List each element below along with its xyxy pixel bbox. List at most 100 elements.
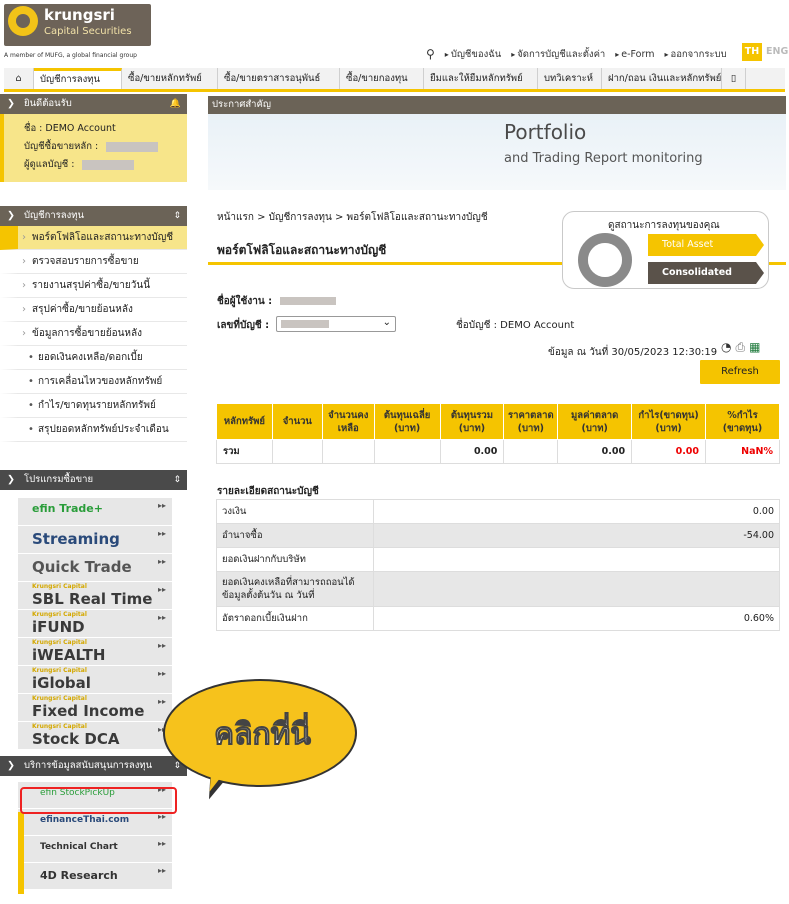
col-header: กำไร(ขาดทุน) (บาท) (631, 403, 707, 440)
search-icon[interactable]: ⚲ (426, 47, 435, 61)
cell (321, 439, 375, 464)
home-icon[interactable]: ⌂ (4, 68, 34, 89)
tagline: A member of MUFG, a global financial gro… (4, 52, 137, 59)
mobile-icon[interactable]: ▯ (722, 68, 746, 89)
cell (373, 439, 441, 464)
topnav-my-account[interactable]: บัญชีของฉัน (445, 47, 501, 62)
topnav-settings[interactable]: จัดการบัญชีและตั้งค่า (511, 47, 605, 62)
table-header-row: หลักทรัพย์ จำนวน จำนวนคงเหลือ ต้นทุนเฉลี… (216, 403, 780, 440)
sidebar-item-check-orders[interactable]: ตรวจสอบรายการซื้อขาย (0, 250, 187, 274)
forward-icon: ▸▸ (157, 529, 166, 538)
program-sbl[interactable]: Krungsri Capital SBL Real Time ▸▸ (18, 582, 172, 610)
expand-icon[interactable]: ⇕ (173, 470, 181, 490)
sidebar-item-today-summary[interactable]: รายงานสรุปค่าซื้อ/ขายวันนี้ (0, 274, 187, 298)
programs-header[interactable]: ❯ โปรแกรมซื้อขาย ⇕ (0, 470, 187, 490)
welcome-acc-label: บัญชีซื้อขายหลัก : (24, 141, 99, 152)
expand-icon[interactable]: ⇕ (173, 206, 181, 226)
welcome-header: ❯ ยินดีต้อนรับ 🔔 (0, 94, 187, 114)
program-ifund[interactable]: Krungsri Capital iFUND ▸▸ (18, 610, 172, 638)
program-iglobal[interactable]: Krungsri Capital iGlobal ▸▸ (18, 666, 172, 694)
highlight-box (20, 787, 177, 814)
program-quick-trade[interactable]: Quick Trade ▸▸ (18, 554, 172, 582)
account-name: ชื่อบัญชี : DEMO Account (456, 320, 575, 331)
menu-invest-account[interactable]: บัญชีการลงทุน (34, 68, 122, 89)
welcome-box: ชื่อ : DEMO Account บัญชีซื้อขายหลัก : ผ… (0, 114, 187, 182)
sidebar-sub-monthly[interactable]: สรุปยอดหลักทรัพย์ประจำเดือน (0, 418, 187, 442)
topnav-eform[interactable]: e-Form (615, 49, 654, 60)
program-iwealth[interactable]: Krungsri Capital iWEALTH ▸▸ (18, 638, 172, 666)
print-icon[interactable]: ⎙ (735, 340, 745, 355)
total-asset-tab[interactable]: Total Asset (648, 234, 764, 256)
support-4d-research[interactable]: 4D Research ▸▸ (18, 863, 172, 890)
support-header[interactable]: ❯ บริการข้อมูลสนับสนุนการลงทุน ⇕ (0, 756, 187, 776)
callout-text: คลิกที่นี่ (214, 717, 312, 753)
support-label: efinanceThai.com (40, 815, 130, 825)
menu-derivatives[interactable]: ซื้อ/ขายตราสารอนุพันธ์ (218, 68, 340, 89)
col-header: จำนวน (271, 403, 323, 440)
breadcrumb[interactable]: หน้าแรก > บัญชีการลงทุน > พอร์ตโฟลิโอและ… (217, 210, 488, 225)
support-strip (18, 812, 24, 894)
krungsri-logo-icon (8, 6, 38, 36)
banner-title: Portfolio (504, 120, 587, 144)
col-header: ต้นทุนรวม (บาท) (439, 403, 505, 440)
invest-header[interactable]: ❯ บัญชีการลงทุน ⇕ (0, 206, 187, 226)
lang-en-button[interactable]: ENG (766, 43, 788, 61)
col-header: จำนวนคงเหลือ (321, 403, 375, 440)
forward-icon: ▸▸ (157, 839, 166, 848)
account-select[interactable]: ⌄ (276, 316, 396, 332)
lang-th-button[interactable]: TH (742, 43, 762, 61)
programs-title: โปรแกรมซื้อขาย (24, 474, 94, 485)
program-small: Krungsri Capital (32, 723, 87, 730)
program-small: Krungsri Capital (32, 583, 87, 590)
pie-chart-icon[interactable]: ◔ (721, 340, 731, 355)
table-row: รวม 0.00 0.00 0.00 NaN% (216, 439, 780, 464)
program-streaming[interactable]: Streaming ▸▸ (18, 526, 172, 554)
support-technical-chart[interactable]: Technical Chart ▸▸ (18, 836, 172, 863)
sidebar-item-portfolio[interactable]: พอร์ตโฟลิโอและสถานะทางบัญชี (0, 226, 187, 250)
sidebar-item-history-summary[interactable]: สรุปค่าซื้อ/ขายย้อนหลัง (0, 298, 187, 322)
donut-hole (588, 243, 622, 277)
table-row: ยอดเงินฝากกับบริษัท (216, 547, 780, 572)
cell (503, 439, 559, 464)
bell-icon[interactable]: 🔔 (170, 94, 181, 114)
sidebar-sub-balance[interactable]: ยอดเงินคงเหลือ/ดอกเบี้ย (0, 346, 187, 370)
data-timestamp: ข้อมูล ณ วันที่ 30/05/2023 12:30:19 (548, 347, 718, 358)
program-label: SBL Real Time (32, 590, 153, 608)
menu-stock-trade[interactable]: ซื้อ/ขายหลักทรัพย์ (122, 68, 218, 89)
topnav-logout[interactable]: ออกจากระบบ (665, 47, 727, 62)
table-row: อัตราดอกเบี้ยเงินฝาก 0.60% (216, 606, 780, 631)
welcome-name: ชื่อ : DEMO Account (24, 123, 116, 134)
program-label: Quick Trade (32, 558, 132, 576)
sidebar-item-trade-history[interactable]: ข้อมูลการซื้อขายย้อนหลัง (0, 322, 187, 346)
forward-icon: ▸▸ (157, 613, 166, 622)
menu-deposit-withdraw[interactable]: ฝาก/ถอน เงินและหลักทรัพย์ (602, 68, 722, 89)
menu-research[interactable]: บทวิเคราะห์ (538, 68, 602, 89)
forward-icon: ▸▸ (157, 866, 166, 875)
sidebar-sub-movement[interactable]: การเคลื่อนไหวของหลักทรัพย์ (0, 370, 187, 394)
cell: ยอดเงินคงเหลือที่สามารถถอนได้ ข้อมูลตั้ง… (216, 571, 374, 607)
welcome-title: ยินดีต้อนรับ (24, 98, 72, 109)
refresh-button[interactable]: Refresh (700, 360, 780, 384)
welcome-acc: บัญชีซื้อขายหลัก : (24, 138, 187, 156)
consolidated-port-tab[interactable]: Consolidated Port (648, 262, 764, 300)
announcement-bar[interactable]: ประกาศสำคัญ (208, 96, 786, 114)
brand-sub: Capital Securities (44, 26, 132, 37)
program-stock-dca[interactable]: Krungsri Capital Stock DCA ▸▸ (18, 722, 172, 750)
table-row: วงเงิน 0.00 (216, 499, 780, 524)
masked-value (281, 320, 329, 328)
holdings-table: หลักทรัพย์ จำนวน จำนวนคงเหลือ ต้นทุนเฉลี… (216, 403, 780, 464)
program-small: Krungsri Capital (32, 667, 87, 674)
page-title: พอร์ตโฟลิโอและสถานะทางบัญชี (217, 243, 387, 257)
sidebar-sub-pl[interactable]: กำไร/ขาดทุนรายหลักทรัพย์ (0, 394, 187, 418)
invest-title: บัญชีการลงทุน (24, 210, 84, 221)
account-detail-table: วงเงิน 0.00 อำนาจซื้อ -54.00 ยอดเงินฝากกับ… (216, 499, 780, 631)
program-label: Fixed Income (32, 702, 145, 720)
program-label: iWEALTH (32, 646, 106, 664)
program-label: iFUND (32, 618, 85, 636)
excel-icon[interactable]: ▦ (749, 340, 760, 355)
menu-sbl[interactable]: ยืมและให้ยืมหลักทรัพย์ (424, 68, 538, 89)
program-efin-trade[interactable]: efin Trade+ ▸▸ (18, 498, 172, 526)
menu-funds[interactable]: ซื้อ/ขายกองทุน (340, 68, 424, 89)
program-fixed-income[interactable]: Krungsri Capital Fixed Income ▸▸ (18, 694, 172, 722)
cell: อัตราดอกเบี้ยเงินฝาก (216, 606, 374, 631)
